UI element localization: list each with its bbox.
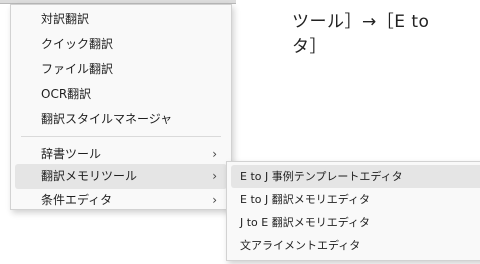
menu-item-parallel-translation[interactable]: 対訳翻訳 [15,7,227,32]
submenu-item-ej-example-template-editor[interactable]: E to J 事例テンプレートエディタ [231,165,480,188]
submenu-item-label: 文アライメントエディタ [240,239,361,252]
chevron-right-icon: › [212,193,217,207]
menu-item-label: 条件エディタ [41,193,113,207]
document-line-2: タ］ [292,37,327,57]
menu-separator [21,136,221,137]
menu-item-file-translation[interactable]: ファイル翻訳 [15,57,227,82]
submenu-item-ej-memory-editor[interactable]: E to J 翻訳メモリエディタ [231,188,480,211]
menu-item-ocr-translation[interactable]: OCR翻訳 [15,82,227,107]
menu-item-condition-editor[interactable]: 条件エディタ › [15,188,227,213]
menu-item-label: 対訳翻訳 [41,12,90,26]
submenu-item-label: E to J 事例テンプレートエディタ [240,170,403,183]
submenu-item-alignment-editor[interactable]: 文アライメントエディタ [231,234,480,257]
context-menu: 対訳翻訳 クイック翻訳 ファイル翻訳 OCR翻訳 翻訳スタイルマネージャ 辞書ツ… [10,4,232,210]
submenu-item-label: E to J 翻訳メモリエディタ [240,193,370,206]
menu-item-style-manager[interactable]: 翻訳スタイルマネージャ [15,107,227,132]
submenu-item-label: J to E 翻訳メモリエディタ [240,216,370,229]
menu-item-label: 辞書ツール [41,147,102,161]
screen: ツール］→［E to タ］ 対訳翻訳 クイック翻訳 ファイル翻訳 OCR翻訳 翻… [0,0,480,264]
document-line-1: ツール］→［E to [292,12,430,32]
menu-item-label: ファイル翻訳 [41,62,114,76]
menu-item-quick-translation[interactable]: クイック翻訳 [15,32,227,57]
chevron-right-icon: › [212,169,217,183]
menu-item-label: 翻訳メモリツール [41,169,138,183]
menu-item-translation-memory-tools[interactable]: 翻訳メモリツール › [15,164,227,189]
submenu-item-je-memory-editor[interactable]: J to E 翻訳メモリエディタ [231,211,480,234]
translation-memory-submenu: E to J 事例テンプレートエディタ E to J 翻訳メモリエディタ J t… [226,161,480,261]
menu-item-label: OCR翻訳 [41,87,92,101]
document-text: ツール］→［E to タ］ [292,10,480,60]
menu-item-label: クイック翻訳 [41,37,114,51]
menu-item-label: 翻訳スタイルマネージャ [41,112,173,126]
